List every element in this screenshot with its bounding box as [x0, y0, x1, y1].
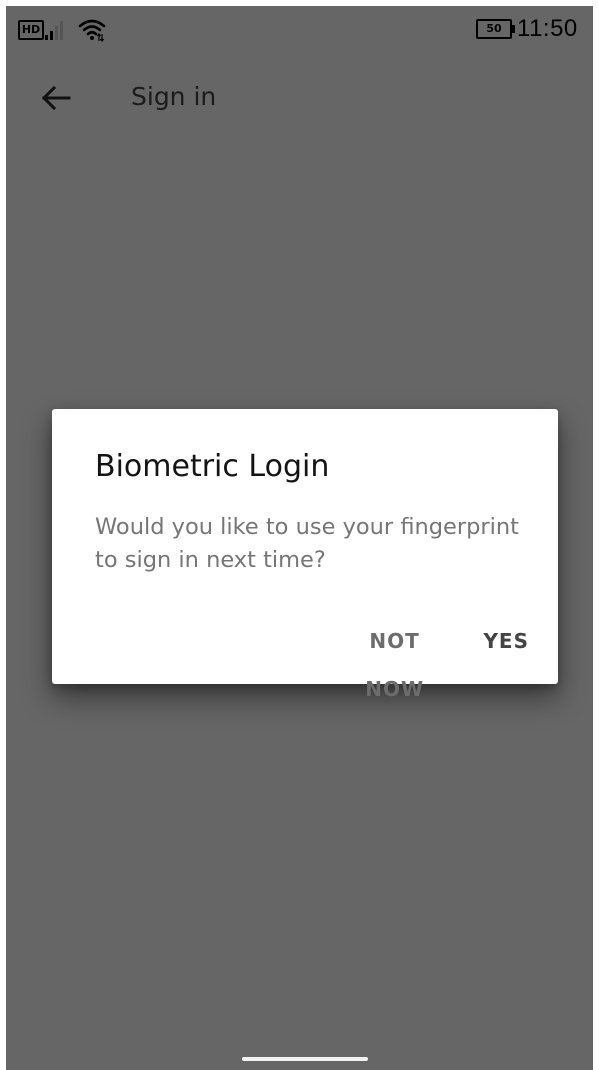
page-title: Sign in: [131, 82, 217, 111]
hd-network-badge: HD: [18, 20, 44, 40]
battery-level: 50: [476, 19, 512, 39]
app-screen: HD 50 11:50 Sign in Biometric Login Woul…: [6, 6, 593, 1070]
dialog-message: Would you like to use your fingerprint t…: [95, 514, 519, 573]
battery-icon: 50: [476, 19, 516, 39]
dialog-title: Biometric Login: [95, 449, 330, 484]
back-button[interactable]: [34, 76, 78, 120]
arrow-left-icon: [41, 86, 71, 110]
status-clock: 11:50: [517, 15, 578, 42]
signal-icon: [45, 21, 63, 40]
wifi-icon: [78, 19, 106, 42]
battery-tip: [512, 25, 515, 33]
yes-button[interactable]: YES: [483, 617, 529, 665]
biometric-login-dialog: Biometric Login Would you like to use yo…: [52, 409, 558, 701]
gesture-nav-handle[interactable]: [242, 1057, 368, 1061]
status-bar: HD 50 11:50: [6, 6, 593, 50]
not-now-button[interactable]: NOT NOW: [365, 617, 424, 701]
